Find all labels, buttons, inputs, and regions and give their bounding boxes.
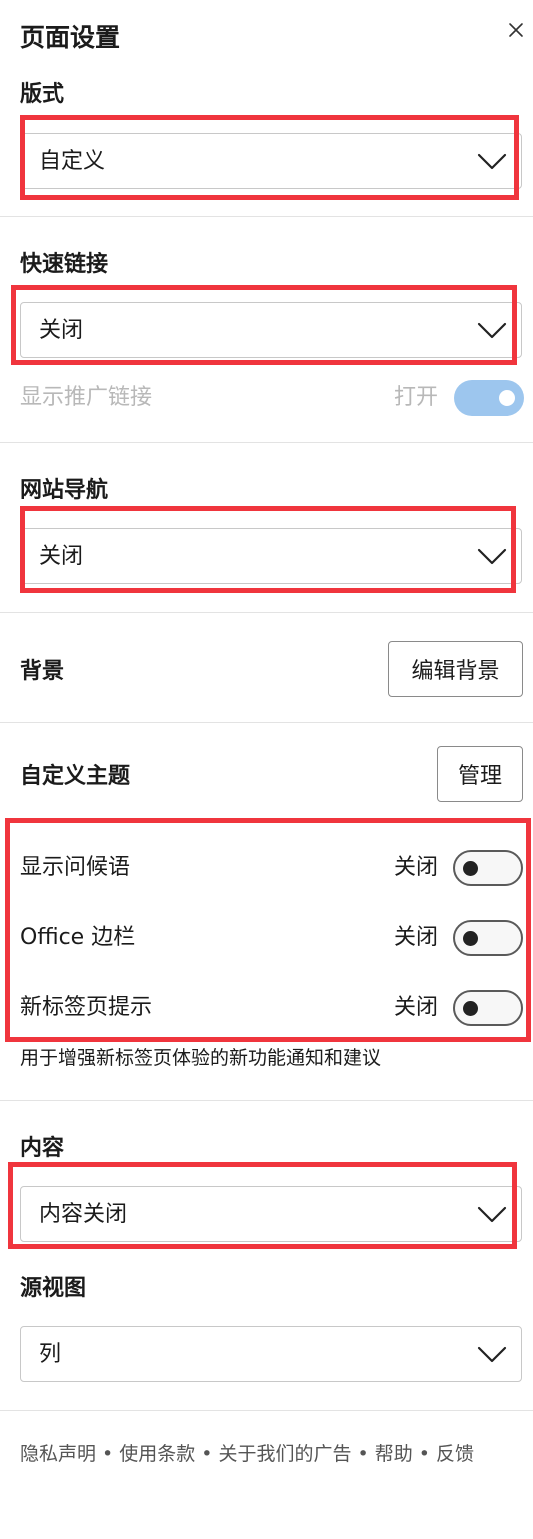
promoted-links-toggle[interactable] — [454, 380, 524, 416]
toggle-knob — [463, 1001, 478, 1016]
custom-theme-label: 自定义主题 — [20, 764, 131, 789]
chevron-down-icon — [477, 548, 507, 565]
feed-view-select[interactable]: 列 — [20, 1326, 522, 1382]
greeting-state: 关闭 — [393, 855, 438, 880]
content-select[interactable]: 内容关闭 — [20, 1186, 522, 1242]
toggle-knob — [499, 390, 515, 406]
new-tab-tips-label: 新标签页提示 — [20, 995, 153, 1020]
terms-link[interactable]: 使用条款 — [119, 1443, 195, 1465]
feedback-link[interactable]: 反馈 — [436, 1443, 474, 1465]
new-tab-tips-toggle[interactable] — [453, 990, 523, 1026]
office-sidebar-state: 关闭 — [393, 925, 438, 950]
office-sidebar-toggle[interactable] — [453, 920, 523, 956]
privacy-link[interactable]: 隐私声明 — [20, 1443, 96, 1465]
chevron-down-icon — [477, 153, 507, 170]
footer-separator: • — [201, 1443, 213, 1465]
divider — [0, 722, 533, 723]
greeting-label: 显示问候语 — [20, 855, 131, 880]
divider — [0, 1100, 533, 1101]
footer-links: 隐私声明 • 使用条款 • 关于我们的广告 • 帮助 • 反馈 — [20, 1440, 474, 1468]
layout-select-value: 自定义 — [39, 149, 106, 174]
page-settings-panel: 页面设置 版式 自定义 快速链接 关闭 显示推广链接 打开 网站导航 关闭 背景… — [0, 0, 533, 1539]
office-sidebar-label: Office 边栏 — [20, 925, 136, 950]
help-link[interactable]: 帮助 — [375, 1443, 413, 1465]
divider — [0, 612, 533, 613]
footer-separator: • — [357, 1443, 369, 1465]
background-label: 背景 — [20, 659, 65, 684]
layout-select[interactable]: 自定义 — [20, 133, 522, 189]
quick-links-select[interactable]: 关闭 — [20, 302, 522, 358]
site-navigation-select[interactable]: 关闭 — [20, 528, 522, 584]
about-ads-link[interactable]: 关于我们的广告 — [218, 1443, 351, 1465]
close-icon — [509, 23, 523, 37]
divider — [0, 1410, 533, 1411]
new-tab-tips-hint: 用于增强新标签页体验的新功能通知和建议 — [20, 1047, 382, 1069]
chevron-down-icon — [477, 1206, 507, 1223]
feed-view-select-value: 列 — [39, 1342, 62, 1367]
content-label: 内容 — [20, 1136, 65, 1161]
quick-links-label: 快速链接 — [20, 252, 109, 277]
layout-label: 版式 — [20, 82, 65, 107]
promoted-links-label: 显示推广链接 — [20, 385, 153, 410]
site-navigation-label: 网站导航 — [20, 478, 109, 503]
toggle-knob — [463, 931, 478, 946]
footer-separator: • — [418, 1443, 430, 1465]
chevron-down-icon — [477, 322, 507, 339]
divider — [0, 442, 533, 443]
toggle-knob — [463, 861, 478, 876]
feed-view-label: 源视图 — [20, 1276, 87, 1301]
close-button[interactable] — [504, 18, 528, 42]
new-tab-tips-state: 关闭 — [393, 995, 438, 1020]
panel-title: 页面设置 — [20, 23, 121, 52]
edit-background-button[interactable]: 编辑背景 — [388, 641, 523, 697]
promoted-links-state: 打开 — [393, 385, 438, 410]
divider — [0, 216, 533, 217]
chevron-down-icon — [477, 1346, 507, 1363]
site-navigation-select-value: 关闭 — [39, 544, 84, 569]
manage-theme-button[interactable]: 管理 — [437, 746, 523, 802]
footer-separator: • — [102, 1443, 114, 1465]
quick-links-select-value: 关闭 — [39, 318, 84, 343]
content-select-value: 内容关闭 — [39, 1202, 128, 1227]
greeting-toggle[interactable] — [453, 850, 523, 886]
